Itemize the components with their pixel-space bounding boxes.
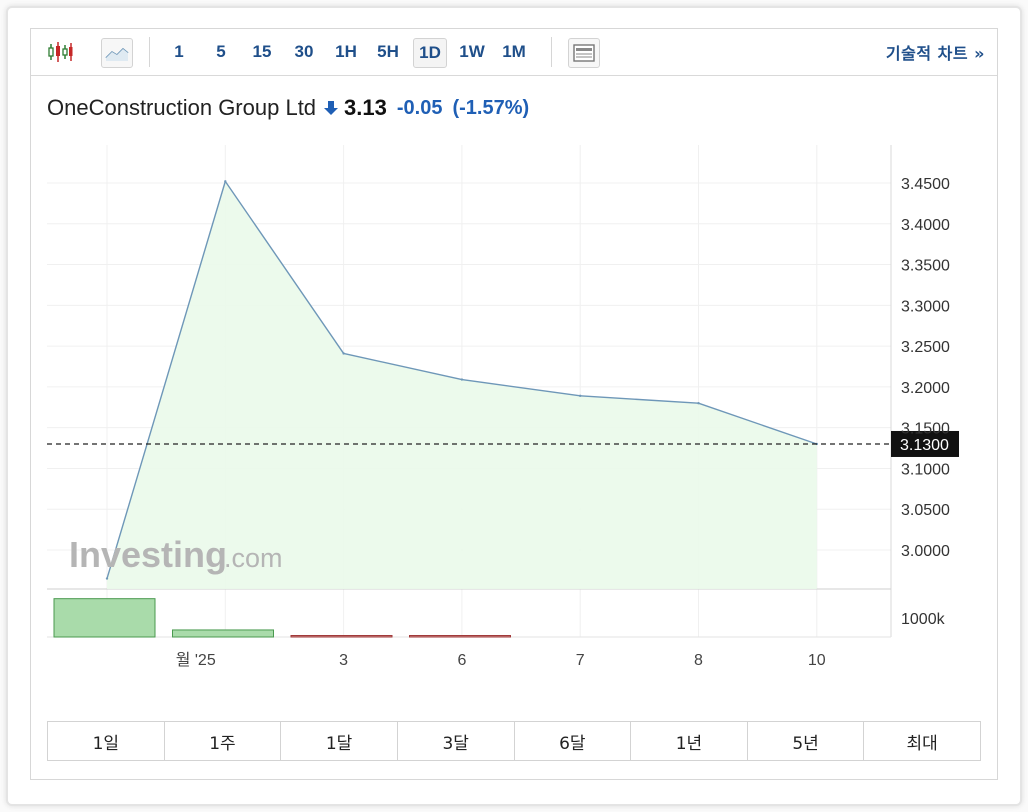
x-tick-label: 8 [694,652,703,669]
y-tick-label: 3.1000 [901,461,950,478]
y-tick-label: 3.4000 [901,217,950,234]
range-1d[interactable]: 1일 [48,722,165,760]
last-price-label: 3.1300 [900,437,949,454]
volume-bar [172,629,274,638]
x-tick-label: 7 [576,652,585,669]
y-tick-label: 3.1500 [901,421,950,438]
y-tick-label: 3.3000 [901,298,950,315]
price-point [460,378,464,381]
range-3m[interactable]: 3달 [398,722,515,760]
volume-axis-label: 1000k [901,611,946,628]
y-tick-label: 3.2500 [901,339,950,356]
volume-bar [409,635,511,638]
range-selector: 1일 1주 1달 3달 6달 1년 5년 최대 [47,721,981,761]
price-point [105,577,109,580]
range-1y[interactable]: 1년 [631,722,748,760]
price-point [342,352,345,355]
watermark-logo: Investing [69,534,227,575]
price-point [579,394,582,398]
y-tick-label: 3.0000 [901,543,950,560]
x-tick-label: 3 [339,652,348,669]
y-tick-label: 3.4500 [901,176,950,193]
range-5y[interactable]: 5년 [748,722,865,760]
x-tick-label: 월 '25 [176,651,216,669]
volume-bar [53,598,156,638]
y-tick-label: 3.0500 [901,502,950,519]
price-point [224,180,227,183]
y-tick-label: 3.2000 [901,380,950,397]
watermark-suffix: .com [224,543,283,573]
range-1w[interactable]: 1주 [165,722,282,760]
y-tick-label: 3.3500 [901,258,950,275]
range-6m[interactable]: 6달 [515,722,632,760]
range-1m[interactable]: 1달 [281,722,398,760]
volume-bar [290,635,393,638]
chart-widget: 1 5 15 30 1H 5H 1D 1W 1M 기술적 차트 » OneCon… [30,28,998,780]
range-max[interactable]: 최대 [864,722,980,760]
price-chart: 3.1300 3.4500 3.4000 3.3500 3.3000 3.2500 3.20… [47,145,959,669]
price-point [697,402,700,405]
x-tick-label: 6 [457,652,466,669]
x-tick-label: 10 [808,652,826,669]
